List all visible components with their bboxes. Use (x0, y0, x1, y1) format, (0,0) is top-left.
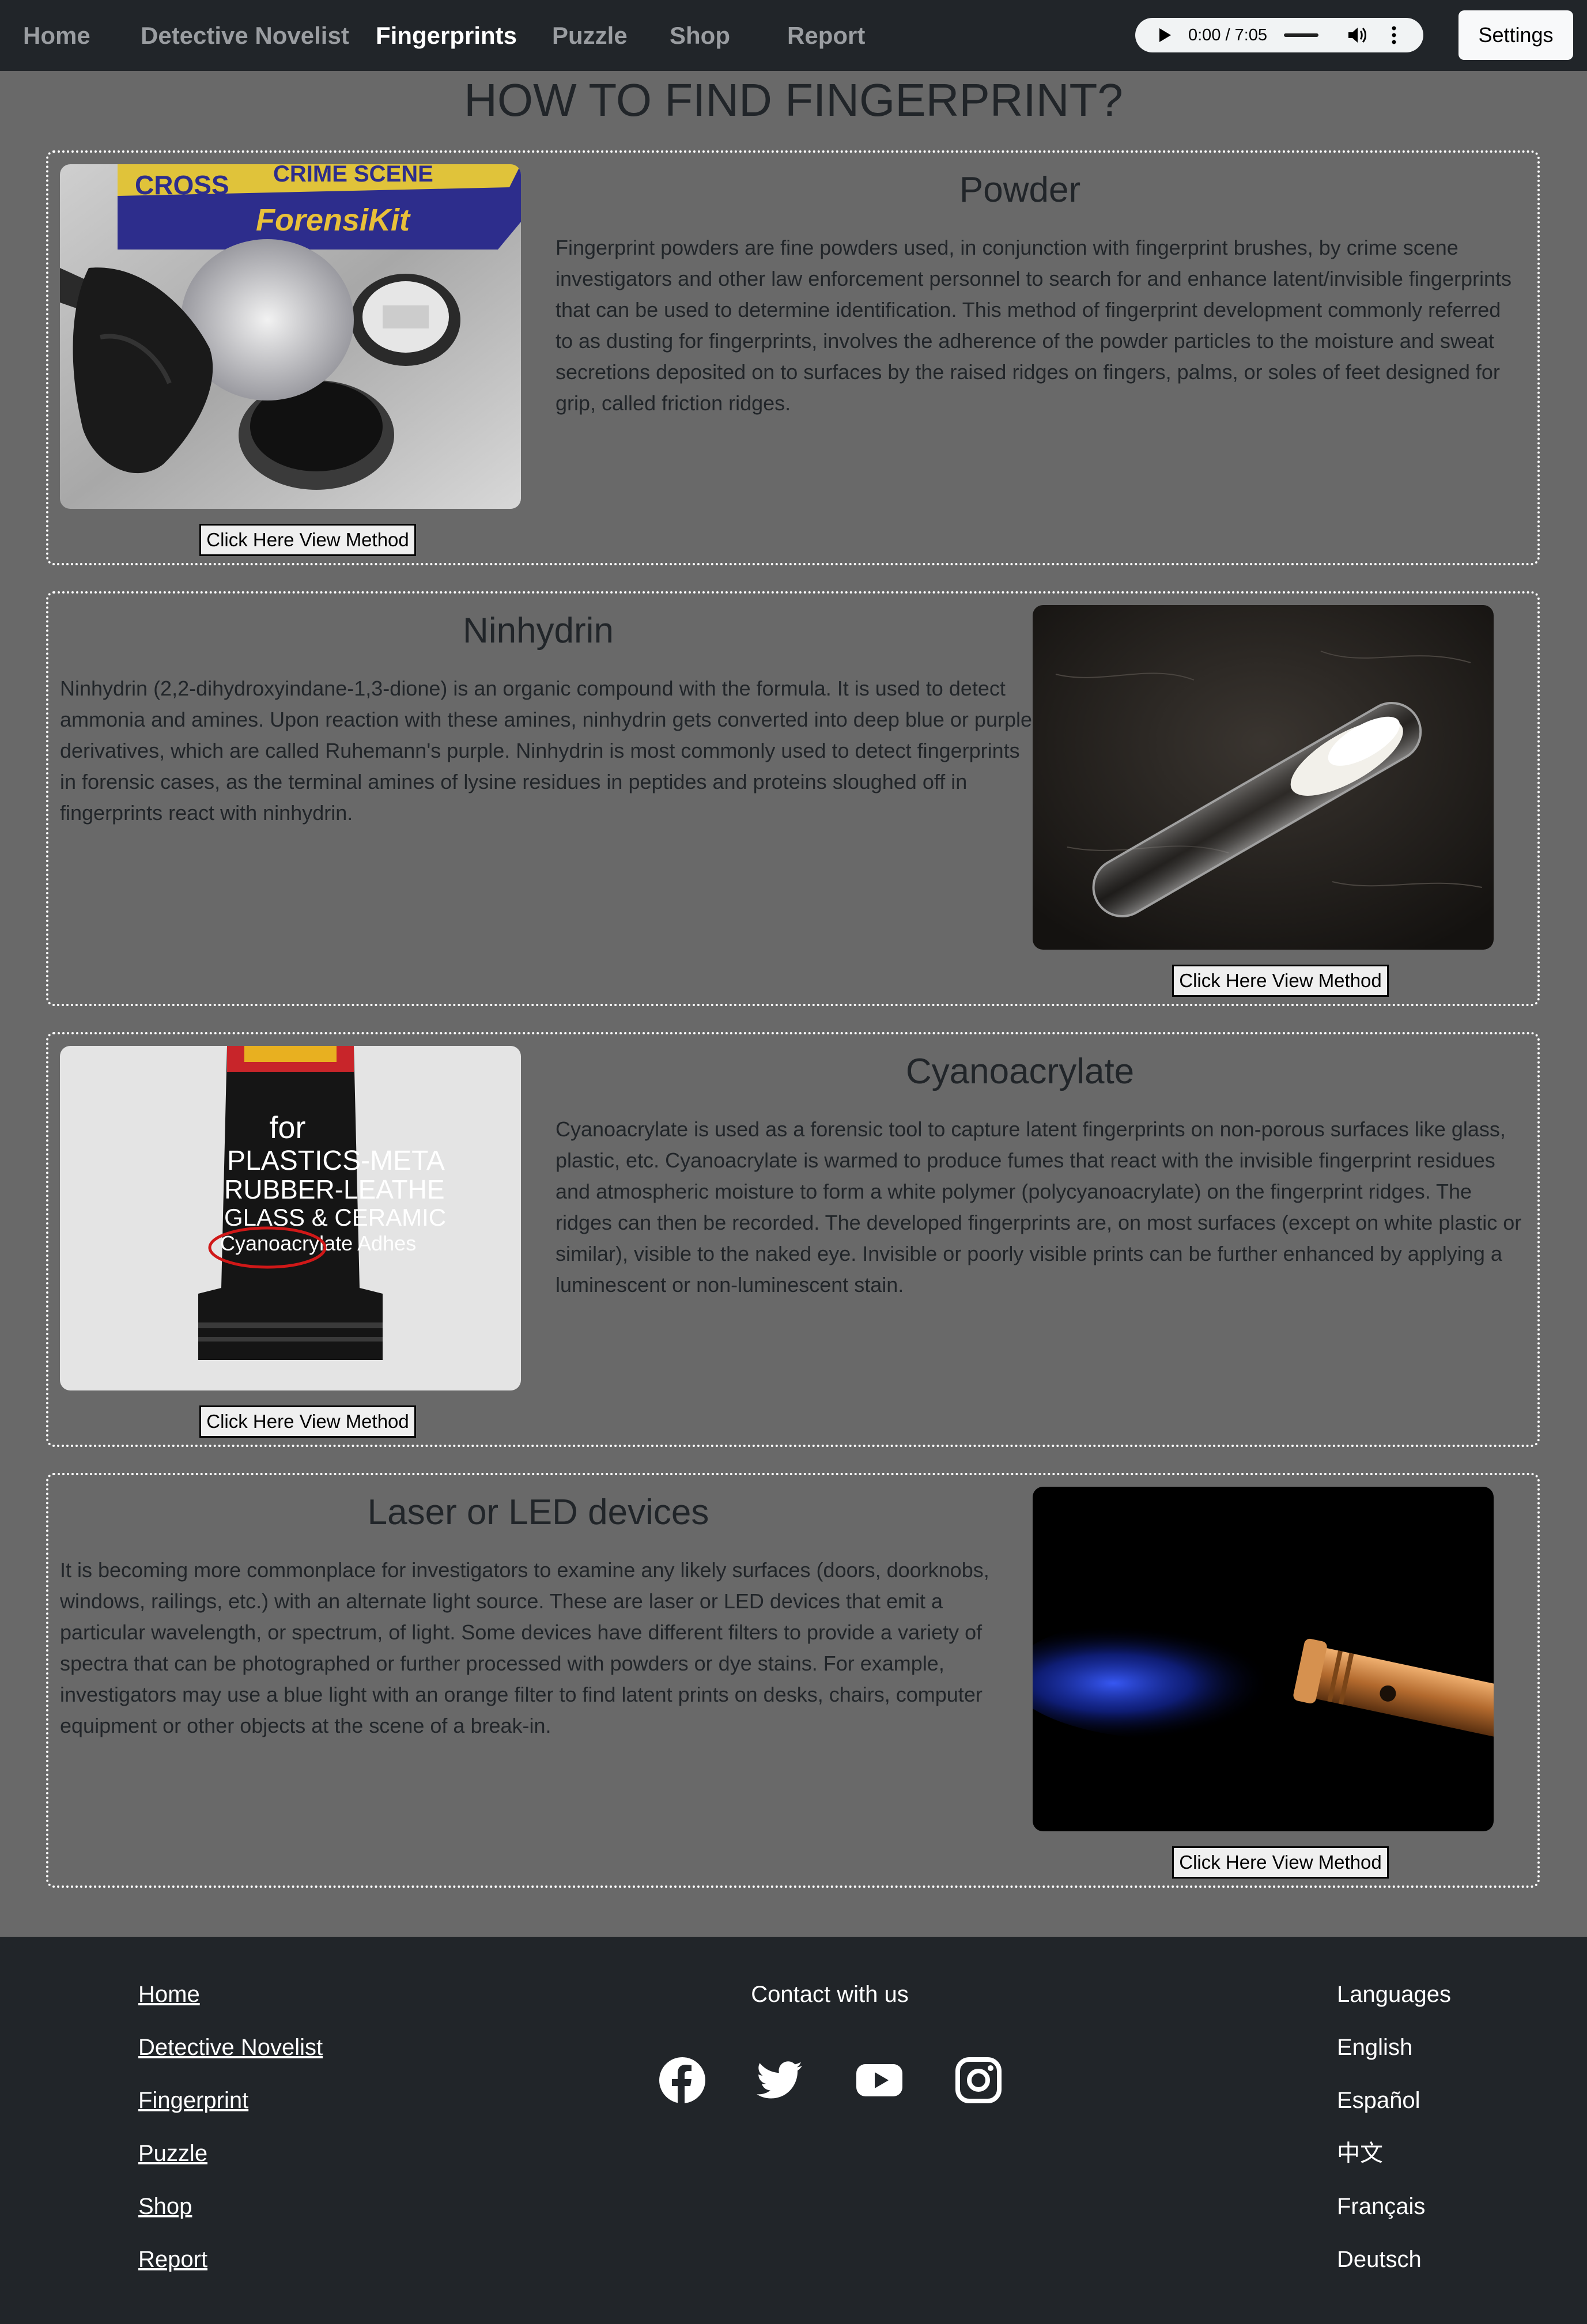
nav-report[interactable]: Report (787, 0, 865, 71)
navbar: Home Detective Novelist Fingerprints Puz… (0, 0, 1587, 71)
audio-player: 0:00 / 7:05 (1135, 18, 1423, 52)
footer-link-fingerprint[interactable]: Fingerprint (138, 2083, 248, 2118)
settings-button[interactable]: Settings (1458, 10, 1573, 60)
footer-link-detective-novelist[interactable]: Detective Novelist (138, 2030, 323, 2065)
tube-label-cyanoacrylate: Cyanoacrylate Adhes (220, 1231, 416, 1255)
tube-label-rubber: RUBBER-LEATHE (224, 1174, 445, 1204)
youtube-icon[interactable] (855, 2056, 904, 2104)
instagram-icon[interactable] (954, 2056, 1003, 2104)
method-text-laser-led: It is becoming more commonplace for inve… (60, 1558, 989, 1737)
powder-image-label-kit: ForensiKit (256, 203, 411, 237)
powder-image: CROSS CRIME SCENE ForensiKit (60, 164, 521, 509)
play-icon[interactable] (1159, 28, 1171, 42)
method-title-laser-led: Laser or LED devices (367, 1492, 709, 1532)
method-card-powder: CROSS CRIME SCENE ForensiKit Click Here … (46, 150, 1540, 565)
cyanoacrylate-image: for PLASTICS-META RUBBER-LEATHE GLASS & … (60, 1046, 521, 1390)
contact-title: Contact with us (751, 1982, 909, 2007)
volume-icon[interactable] (1347, 26, 1368, 44)
view-method-button-laser-led[interactable]: Click Here View Method (1172, 1846, 1389, 1879)
tube-label-for: for (269, 1110, 305, 1145)
method-text-powder: Fingerprint powders are fine powders use… (556, 236, 1512, 415)
language-english[interactable]: English (1337, 2030, 1412, 2065)
footer: Home Detective Novelist Fingerprint Puzz… (0, 1937, 1587, 2324)
view-method-button-ninhydrin[interactable]: Click Here View Method (1172, 965, 1389, 997)
footer-link-shop[interactable]: Shop (138, 2189, 192, 2224)
languages-title: Languages (1337, 1982, 1451, 2007)
ninhydrin-image (1033, 605, 1494, 950)
facebook-icon[interactable] (658, 2056, 706, 2104)
footer-link-report[interactable]: Report (138, 2242, 207, 2277)
method-card-laser-led: Laser or LED devices It is becoming more… (46, 1473, 1540, 1888)
more-options-icon[interactable] (1392, 26, 1396, 44)
twitter-icon[interactable] (756, 2056, 804, 2104)
method-title-cyanoacrylate: Cyanoacrylate (905, 1052, 1135, 1091)
nav-puzzle[interactable]: Puzzle (552, 0, 628, 71)
method-title-powder: Powder (959, 170, 1081, 210)
method-title-ninhydrin: Ninhydrin (463, 611, 614, 651)
powder-image-label-crime: CRIME SCENE (273, 164, 433, 187)
page-title: HOW TO FIND FINGERPRINT? (464, 74, 1123, 126)
method-text-cyanoacrylate: Cyanoacrylate is used as a forensic tool… (556, 1117, 1522, 1297)
audio-progress-bar[interactable] (1284, 33, 1318, 37)
tube-label-glass: GLASS & CERAMIC (224, 1204, 446, 1231)
powder-image-label-cross: CROSS (135, 170, 229, 200)
method-card-ninhydrin: Ninhydrin Ninhydrin (2,2-dihydroxyindane… (46, 591, 1540, 1006)
method-text-ninhydrin: Ninhydrin (2,2-dihydroxyindane-1,3-dione… (60, 677, 1032, 825)
language-espanol[interactable]: Español (1337, 2083, 1420, 2118)
nav-fingerprints[interactable]: Fingerprints (376, 0, 517, 71)
language-francais[interactable]: Français (1337, 2189, 1425, 2224)
tube-label-plastics: PLASTICS-META (227, 1146, 445, 1176)
view-method-button-cyanoacrylate[interactable]: Click Here View Method (199, 1405, 416, 1438)
method-card-cyanoacrylate: for PLASTICS-META RUBBER-LEATHE GLASS & … (46, 1032, 1540, 1447)
laser-led-image (1033, 1487, 1494, 1831)
nav-detective-novelist[interactable]: Detective Novelist (141, 0, 349, 71)
language-deutsch[interactable]: Deutsch (1337, 2242, 1422, 2277)
nav-shop[interactable]: Shop (670, 0, 730, 71)
audio-time: 0:00 / 7:05 (1188, 26, 1268, 44)
footer-link-home[interactable]: Home (138, 1977, 200, 2012)
footer-link-puzzle[interactable]: Puzzle (138, 2136, 207, 2171)
language-chinese[interactable]: 中文 (1337, 2136, 1383, 2171)
nav-home[interactable]: Home (23, 0, 90, 71)
view-method-button-powder[interactable]: Click Here View Method (199, 524, 416, 556)
